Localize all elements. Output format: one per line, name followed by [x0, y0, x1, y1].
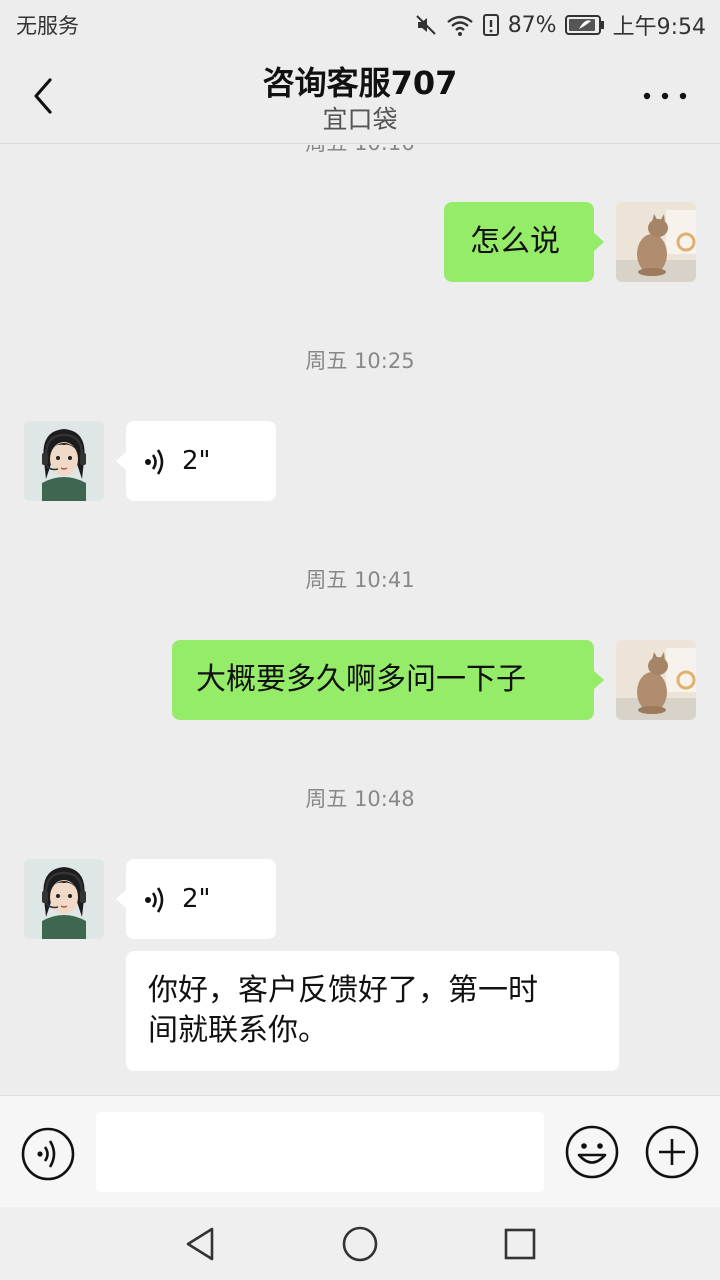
battery-icon [564, 14, 605, 36]
plus-button[interactable] [644, 1124, 700, 1180]
timestamp: 周五 10:25 [305, 349, 415, 373]
more-button[interactable] [640, 80, 690, 110]
received-message[interactable]: 你好，客户反馈好了，第一时 间就联系你。 [126, 951, 619, 1071]
voice-message[interactable]: 2" [116, 421, 276, 501]
timestamp: 周五 10:16 [0, 145, 720, 157]
voice-duration: 2" [182, 446, 211, 476]
plus-icon [645, 1125, 699, 1179]
carrier-label: 无服务 [16, 14, 79, 38]
circle-home-icon [342, 1226, 378, 1262]
voice-icon [21, 1127, 75, 1181]
my-avatar[interactable] [616, 640, 696, 720]
input-bar [0, 1095, 720, 1207]
voice-duration: 2" [182, 884, 211, 914]
nav-home-button[interactable] [340, 1224, 380, 1264]
clock: 上午9:54 [612, 15, 706, 40]
status-bar: 无服务 87% 上午9:54 [0, 0, 720, 50]
voice-wave-icon [145, 887, 164, 913]
system-nav-bar [0, 1207, 720, 1280]
status-icons: 87% 上午9:54 [414, 8, 706, 42]
agent-avatar[interactable] [24, 859, 104, 939]
nav-back-button[interactable] [182, 1225, 218, 1263]
chat-title: 咨询客服707 [262, 64, 458, 102]
message-text-line: 你好，客户反馈好了，第一时 [148, 973, 538, 1008]
agent-avatar[interactable] [24, 421, 104, 501]
sent-message[interactable]: 大概要多久啊多问一下子 [172, 640, 604, 720]
nav-recents-button[interactable] [502, 1226, 538, 1262]
battery-percent: 87% [507, 12, 557, 38]
chat-subtitle: 宜口袋 [322, 105, 398, 134]
voice-message[interactable]: 2" [116, 859, 276, 939]
wifi-icon [446, 13, 474, 37]
square-recents-icon [504, 1228, 536, 1260]
more-dots-icon [643, 92, 687, 100]
triangle-back-icon [186, 1227, 214, 1261]
message-text: 怎么说 [470, 224, 560, 259]
timestamp: 周五 10:41 [305, 568, 415, 592]
timestamp: 周五 10:48 [305, 787, 415, 811]
message-input[interactable] [96, 1112, 544, 1192]
title-bar: 咨询客服707 宜口袋 [0, 50, 720, 144]
sent-message[interactable]: 怎么说 [444, 202, 604, 282]
voice-wave-icon [145, 449, 164, 475]
mute-icon [414, 13, 438, 37]
message-text-line: 间就联系你。 [148, 1013, 328, 1048]
message-text: 大概要多久啊多问一下子 [196, 662, 526, 697]
voice-toggle-button[interactable] [20, 1126, 76, 1182]
emoji-icon [565, 1125, 619, 1179]
emoji-button[interactable] [564, 1124, 620, 1180]
chat-area[interactable]: 周五 10:16 怎么说 周五 10:25 [0, 145, 720, 1095]
my-avatar[interactable] [616, 202, 696, 282]
sim-alert-icon [482, 13, 500, 37]
